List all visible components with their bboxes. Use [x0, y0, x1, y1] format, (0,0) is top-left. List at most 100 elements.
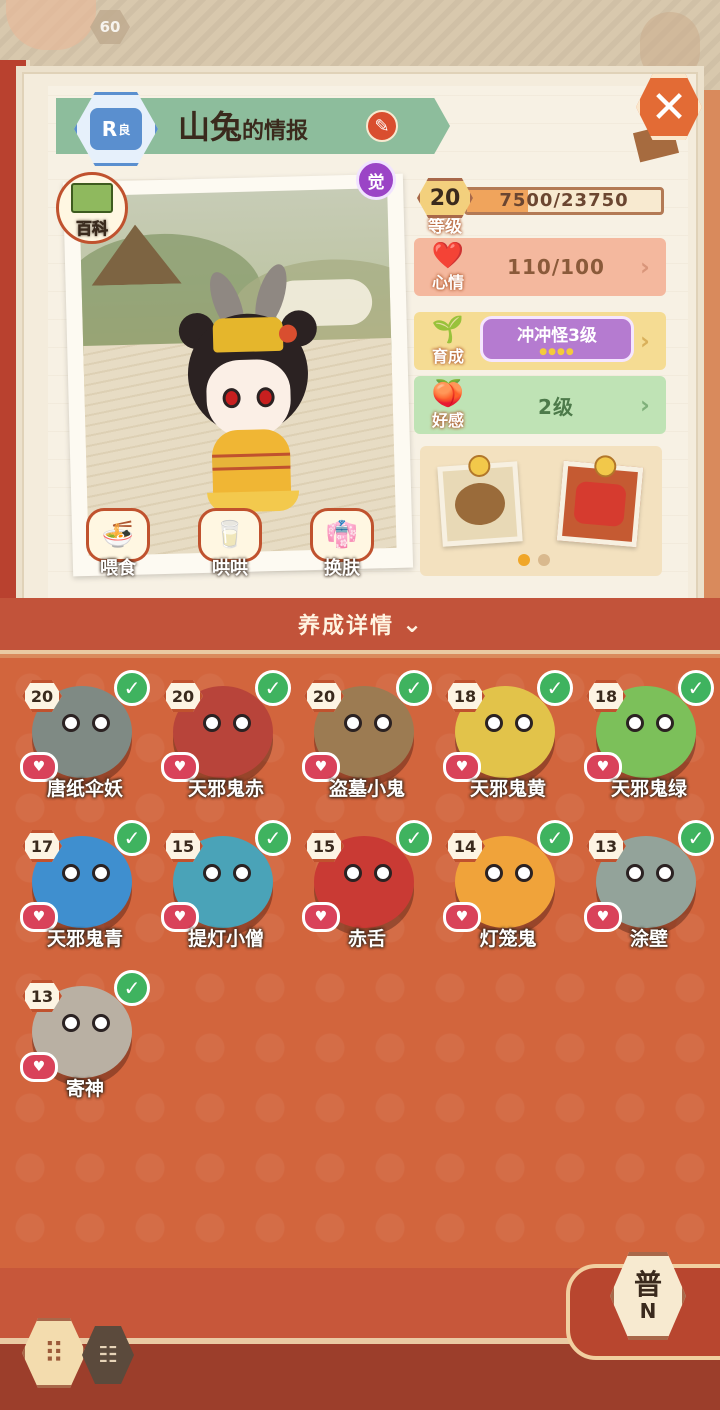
monster-name: 天邪鬼青: [46, 928, 123, 950]
growth-row[interactable]: 🌱 育成 冲冲怪3级 ●●●● ›: [414, 312, 666, 370]
character-photo-background: [79, 188, 397, 556]
rarity-letter: R: [101, 117, 118, 141]
chevron-right-icon: ›: [640, 391, 650, 419]
page-dot-active[interactable]: [518, 554, 530, 566]
check-icon: ✓: [678, 820, 714, 856]
monster-card[interactable]: 13 ✓ ♥ 寄神: [8, 964, 150, 1104]
smiley-pin-icon: [467, 454, 492, 478]
smiley-sprout-icon: 🌱: [431, 315, 465, 345]
level-value: 20: [417, 178, 473, 218]
monster-eye: [626, 864, 644, 882]
growth-label: 育成: [431, 347, 464, 366]
daruma-doll-icon: [573, 480, 627, 528]
monster-eye: [344, 714, 362, 732]
chevron-right-icon: ›: [640, 253, 650, 281]
book-icon: [71, 183, 113, 213]
monster-eye: [374, 864, 392, 882]
monster-eye: [203, 714, 221, 732]
smiling-heart-icon: ❤️: [431, 241, 465, 271]
feed-label: 喂食: [100, 558, 136, 579]
monster-card[interactable]: 20 ✓ ♥ 盗墓小鬼: [290, 664, 432, 804]
food-bowl-icon: [453, 481, 507, 527]
check-icon: ✓: [114, 820, 150, 856]
page-title: 山兔的情报: [178, 104, 308, 150]
growth-stars: ●●●●: [539, 347, 575, 357]
monster-card[interactable]: 18 ✓ ♥ 天邪鬼黄: [431, 664, 573, 804]
monster-eye: [92, 1014, 110, 1032]
mood-row[interactable]: ❤️ 心情 110/100 ›: [414, 238, 666, 296]
gift-carousel[interactable]: [420, 446, 662, 576]
monster-name: 提灯小僧: [187, 928, 264, 950]
monster-card[interactable]: 13 ✓ ♥ 涂壁: [572, 814, 714, 954]
monster-card[interactable]: 15 ✓ ♥ 赤舌: [290, 814, 432, 954]
monster-eye: [485, 864, 503, 882]
affinity-icon: 🍑 好感: [420, 376, 476, 434]
section-header[interactable]: 养成详情 ⌄: [0, 598, 720, 654]
carousel-page-dots: [518, 554, 550, 566]
monster-eye: [62, 1014, 80, 1032]
mood-value: 110/100: [507, 255, 605, 279]
check-icon: ✓: [114, 970, 150, 1006]
check-icon: ✓: [537, 820, 573, 856]
monster-eye: [344, 864, 362, 882]
monster-card[interactable]: 15 ✓ ♥ 提灯小僧: [149, 814, 291, 954]
monster-name: 天邪鬼赤: [187, 778, 264, 800]
rarity-filter-small: N: [639, 1299, 657, 1323]
gift-doll-card[interactable]: [556, 454, 644, 548]
monster-name: 天邪鬼绿: [610, 778, 687, 800]
monster-card[interactable]: 20 ✓ ♥ 天邪鬼赤: [149, 664, 291, 804]
level-badge: 20 等级: [414, 178, 476, 238]
monster-eye: [92, 714, 110, 732]
check-icon: ✓: [396, 670, 432, 706]
coax-button[interactable]: 🥛 哄哄: [194, 508, 266, 580]
awaken-badge[interactable]: 觉: [356, 160, 396, 200]
mood-icon: ❤️ 心情: [420, 238, 476, 296]
monster-eye: [62, 864, 80, 882]
feed-button[interactable]: 🍜 喂食: [82, 508, 154, 580]
chevron-right-icon: ›: [640, 327, 650, 355]
monster-eye: [656, 714, 674, 732]
affinity-row[interactable]: 🍑 好感 2级 ›: [414, 376, 666, 434]
smiley-pin-icon: [593, 454, 618, 479]
monster-eye: [233, 864, 251, 882]
monster-card[interactable]: 20 ✓ ♥ 唐纸伞妖: [8, 664, 150, 804]
encyclopedia-button[interactable]: 百科: [56, 172, 128, 244]
rename-edit-icon[interactable]: ✎: [366, 110, 398, 142]
check-icon: ✓: [114, 670, 150, 706]
character-obi: [212, 452, 291, 471]
rarity-label: 良: [118, 122, 131, 137]
coax-label: 哄哄: [212, 558, 248, 579]
affinity-value: 2级: [538, 394, 574, 419]
page-dot[interactable]: [538, 554, 550, 566]
monster-card[interactable]: 17 ✓ ♥ 天邪鬼青: [8, 814, 150, 954]
monster-eye: [374, 714, 392, 732]
character-crown: [212, 316, 284, 353]
monster-eye: [233, 714, 251, 732]
monster-eye: [515, 864, 533, 882]
growth-value: 冲冲怪3级: [517, 326, 597, 346]
peach-icon: 🍑: [431, 379, 465, 409]
rarity-filter-big: 普: [633, 1268, 662, 1301]
character-name: 山兔: [178, 108, 243, 146]
skin-button[interactable]: 👘 换肤: [306, 508, 378, 580]
growth-icon: 🌱 育成: [420, 312, 476, 370]
monster-eye: [485, 714, 503, 732]
check-icon: ✓: [678, 670, 714, 706]
check-icon: ✓: [255, 820, 291, 856]
exp-bar: 7500/23750: [464, 187, 664, 215]
monster-card[interactable]: 14 ✓ ♥ 灯笼鬼: [431, 814, 573, 954]
exp-text: 7500/23750: [499, 190, 629, 211]
player-avatar: [6, 0, 96, 50]
monster-name: 天邪鬼黄: [469, 778, 546, 800]
monster-card[interactable]: 18 ✓ ♥ 天邪鬼绿: [572, 664, 714, 804]
gift-food-card[interactable]: [437, 454, 523, 547]
mood-label: 心情: [431, 273, 464, 292]
monster-eye: [92, 864, 110, 882]
monster-name: 唐纸伞妖: [46, 778, 123, 800]
monster-eye: [515, 714, 533, 732]
skin-label: 换肤: [324, 558, 360, 579]
check-icon: ✓: [537, 670, 573, 706]
section-title: 养成详情: [297, 614, 394, 639]
monster-grid: 20 ✓ ♥ 唐纸伞妖 20 ✓ ♥ 天邪鬼赤 20 ✓ ♥ 盗墓小鬼 18 ✓ ♥ 天邪鬼黄 18 ✓ ♥ 天邪鬼绿…: [0, 658, 720, 1268]
monster-eye: [62, 714, 80, 732]
